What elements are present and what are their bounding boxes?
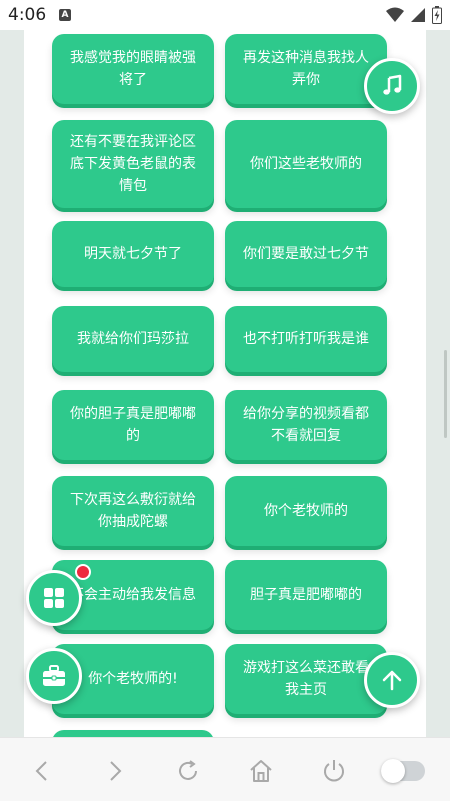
signal-icon bbox=[411, 8, 425, 22]
toggle-knob bbox=[381, 759, 405, 783]
phrase-text: 你们这些老牧师的 bbox=[250, 156, 362, 172]
app-notification-icon: A bbox=[59, 9, 71, 21]
home-icon bbox=[250, 760, 272, 782]
phrase-text: 胆子真是肥嘟嘟的 bbox=[250, 587, 362, 603]
status-icons bbox=[386, 6, 442, 24]
phrase-card[interactable]: 你的胆子真是肥嘟嘟的 bbox=[52, 390, 214, 460]
phrase-text: 给你分享的视频看都不看就回复 bbox=[243, 406, 369, 444]
phrase-card[interactable]: 下次再这么敷衍就给你抽成陀螺 bbox=[52, 476, 214, 546]
phrase-card[interactable]: 你个老牧师的 bbox=[225, 476, 387, 546]
back-button[interactable] bbox=[27, 756, 57, 786]
battery-charging-icon bbox=[432, 6, 442, 24]
toolbox-icon bbox=[43, 665, 65, 686]
refresh-button[interactable] bbox=[173, 756, 203, 786]
phrase-text: 我感觉我的眼睛被强将了 bbox=[70, 50, 196, 88]
scrollbar-thumb[interactable] bbox=[444, 350, 447, 438]
music-note-icon bbox=[383, 74, 402, 95]
phrase-text: 下次再这么敷衍就给你抽成陀螺 bbox=[70, 492, 196, 530]
toggle-switch[interactable] bbox=[381, 759, 425, 783]
phrase-text: 你的胆子真是肥嘟嘟的 bbox=[70, 406, 196, 444]
phrase-card[interactable]: 也不打听打听我是谁 bbox=[225, 306, 387, 372]
phrase-card[interactable]: 明天就七夕节了 bbox=[52, 221, 214, 287]
home-button[interactable] bbox=[246, 756, 276, 786]
phrase-card[interactable]: 我就给你们玛莎拉 bbox=[52, 306, 214, 372]
phrase-card[interactable]: 你们这些老牧师的 bbox=[225, 120, 387, 208]
phrase-text: 你个老牧师的 bbox=[264, 503, 348, 519]
arrow-up-icon bbox=[382, 670, 402, 691]
phrase-card[interactable]: 给你分享的视频看都不看就回复 bbox=[225, 390, 387, 460]
forward-icon bbox=[110, 761, 122, 781]
toolbox-button[interactable] bbox=[26, 648, 82, 704]
phrase-card[interactable]: 我感觉我的眼睛被强将了 bbox=[52, 34, 214, 104]
phrase-text: 我就给你们玛莎拉 bbox=[77, 331, 189, 347]
power-button[interactable] bbox=[319, 756, 349, 786]
phrase-text: 你个老牧师的! bbox=[88, 671, 178, 687]
browser-bottom-bar bbox=[0, 737, 450, 801]
wifi-icon bbox=[386, 7, 404, 22]
refresh-icon bbox=[179, 760, 197, 780]
grid-icon bbox=[44, 588, 64, 608]
phrase-card[interactable]: 还有不要在我评论区底下发黄色老鼠的表情包 bbox=[52, 120, 214, 208]
back-to-top-button[interactable] bbox=[364, 652, 420, 708]
forward-button[interactable] bbox=[100, 756, 130, 786]
phrase-text: 不会主动给我发信息 bbox=[70, 587, 196, 603]
phrase-card[interactable]: 再发这种消息我找人弄你 bbox=[225, 34, 387, 104]
phrase-text: 你们要是敢过七夕节 bbox=[243, 246, 369, 262]
phrase-card[interactable]: 游戏打这么菜还敢看我主页 bbox=[225, 644, 387, 714]
status-time: 4:06 bbox=[8, 5, 47, 25]
phrase-text: 还有不要在我评论区底下发黄色老鼠的表情包 bbox=[70, 134, 196, 194]
phrase-card[interactable]: 你们要是敢过七夕节 bbox=[225, 221, 387, 287]
grid-menu-button[interactable] bbox=[26, 570, 82, 626]
phrase-text: 明天就七夕节了 bbox=[84, 246, 182, 262]
phrase-card[interactable] bbox=[52, 730, 214, 737]
phrase-text: 也不打听打听我是谁 bbox=[243, 331, 369, 347]
power-icon bbox=[324, 760, 344, 782]
music-button[interactable] bbox=[364, 58, 420, 114]
back-icon bbox=[35, 761, 47, 781]
phrase-text: 游戏打这么菜还敢看我主页 bbox=[243, 660, 369, 698]
phrase-card[interactable]: 胆子真是肥嘟嘟的 bbox=[225, 560, 387, 630]
notification-badge bbox=[75, 564, 91, 580]
phrase-text: 再发这种消息我找人弄你 bbox=[243, 50, 369, 88]
phrase-list-area[interactable]: 我感觉我的眼睛被强将了 再发这种消息我找人弄你 还有不要在我评论区底下发黄色老鼠… bbox=[0, 30, 450, 737]
status-bar: 4:06 A bbox=[0, 0, 450, 30]
